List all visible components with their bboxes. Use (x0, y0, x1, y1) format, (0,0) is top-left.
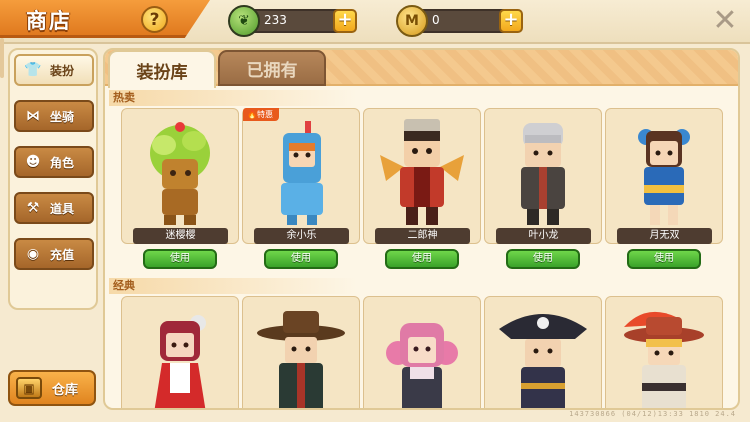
outfit-card[interactable]: 叶小龙 (484, 108, 602, 244)
add-green-currency-button[interactable]: + (333, 9, 357, 33)
top-bar: 商店 ? ❦ 233 + M 0 + ✕ (0, 0, 750, 44)
section-classic-label: 经典 (109, 278, 729, 294)
question-mark-icon: ? (149, 9, 160, 30)
character-icon: ☻ (25, 154, 41, 170)
help-button[interactable]: ? (141, 6, 168, 33)
sidebar-item-label: 坐骑 (50, 109, 75, 124)
pink-hair-portrait (374, 303, 470, 408)
sidebar-item-items[interactable]: ⚒ 道具 (14, 192, 94, 224)
sidebar-item-recharge[interactable]: ◉ 充值 (14, 238, 94, 270)
category-sidebar: 👕 装扮 ⋈ 坐骑 ☻ 角色 ⚒ 道具 ◉ 充值 (8, 48, 98, 310)
left-edge-handle (0, 38, 4, 78)
use-button[interactable]: 使用 (264, 249, 338, 269)
sidebar-item-label: 角色 (50, 155, 75, 170)
sidebar-item-label: 充值 (50, 247, 75, 262)
shirt-icon: 👕 (24, 62, 42, 78)
outfit-card[interactable] (484, 296, 602, 408)
sidebar-item-label: 装扮 (50, 63, 75, 78)
outfit-card[interactable] (363, 296, 481, 408)
add-gold-currency-button[interactable]: + (499, 9, 523, 33)
feather-hat-portrait (616, 303, 712, 408)
cowboy-hat-portrait (253, 303, 349, 408)
outfit-name: 余小乐 (254, 228, 349, 244)
use-button[interactable]: 使用 (506, 249, 580, 269)
outfit-card[interactable] (605, 296, 723, 408)
outfit-card[interactable]: 月无双 (605, 108, 723, 244)
character-portrait (132, 115, 228, 227)
page-title: 商店 (26, 9, 72, 33)
outfit-card[interactable] (121, 296, 239, 408)
gold-currency-display: M 0 + (396, 5, 523, 37)
warehouse-button[interactable]: ▣ 仓库 (8, 370, 96, 406)
character-portrait (253, 115, 349, 227)
tab-outfit-library[interactable]: 装扮库 (108, 50, 216, 88)
outfit-name: 月无双 (617, 228, 712, 244)
section-hot-label: 热卖 (109, 90, 729, 106)
outfit-card[interactable]: 二郎神 (363, 108, 481, 244)
character-portrait (495, 115, 591, 227)
pirate-portrait (495, 303, 591, 408)
outfit-name: 叶小龙 (496, 228, 591, 244)
outfit-card[interactable]: 🔥特惠 余小乐 (242, 108, 360, 244)
use-button[interactable]: 使用 (143, 249, 217, 269)
build-info-text: 143730866 (04/12)13:33 1810 24.4 (569, 410, 736, 418)
coins-icon: ◉ (26, 246, 40, 262)
close-button[interactable]: ✕ (712, 6, 738, 36)
character-portrait (616, 115, 712, 227)
warehouse-label: 仓库 (52, 382, 79, 398)
outfit-card[interactable] (242, 296, 360, 408)
sidebar-item-character[interactable]: ☻ 角色 (14, 146, 94, 178)
maid-girl-portrait (132, 303, 228, 408)
outfit-name: 迷樱樱 (133, 228, 228, 244)
use-button[interactable]: 使用 (385, 249, 459, 269)
close-x-icon: ✕ (712, 3, 738, 38)
outfit-card[interactable]: 迷樱樱 (121, 108, 239, 244)
character-portrait (374, 115, 470, 227)
items-icon: ⚒ (26, 200, 40, 216)
wings-icon: ⋈ (26, 108, 40, 124)
sidebar-item-mount[interactable]: ⋈ 坐骑 (14, 100, 94, 132)
sidebar-item-outfit[interactable]: 👕 装扮 (14, 54, 94, 86)
shop-panel: 装扮库 已拥有 热卖 迷樱樱 使用 🔥特惠 余小乐 使用 二郎神 使用 叶小龙 … (103, 48, 740, 410)
sidebar-item-label: 道具 (50, 201, 75, 216)
gold-currency-value: 0 (432, 13, 440, 27)
leaf-coin-icon: ❦ (228, 5, 260, 37)
outfit-name: 二郎神 (375, 228, 470, 244)
m-coin-icon: M (396, 5, 428, 37)
green-currency-display: ❦ 233 + (228, 5, 357, 37)
tab-owned[interactable]: 已拥有 (218, 50, 326, 86)
use-button[interactable]: 使用 (627, 249, 701, 269)
green-currency-value: 233 (264, 13, 287, 27)
treasure-chest-icon: ▣ (16, 377, 42, 399)
